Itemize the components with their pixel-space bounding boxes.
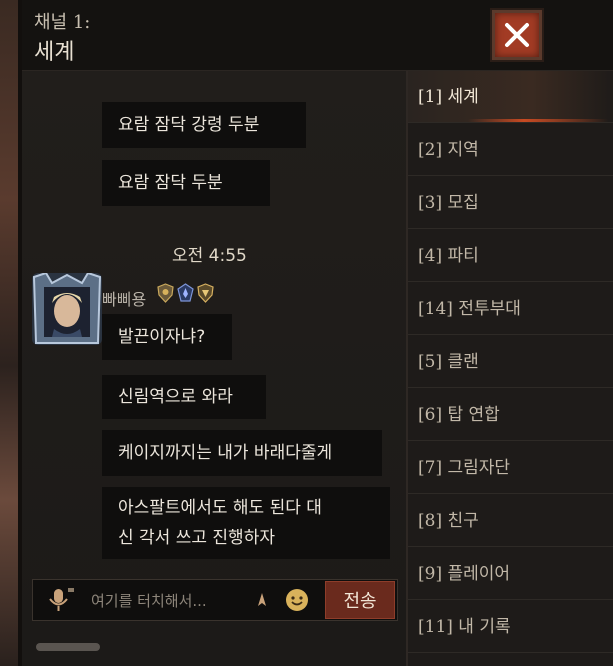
gold-emblem-icon bbox=[197, 283, 214, 303]
chat-message: 발끈이자냐? bbox=[102, 314, 232, 360]
channel-tab-party[interactable]: [4] 파티 bbox=[408, 230, 613, 282]
channel-tab-recruit[interactable]: [3] 모집 bbox=[408, 177, 613, 229]
voice-mic-button[interactable] bbox=[41, 586, 77, 614]
close-button[interactable] bbox=[492, 10, 542, 60]
channel-tab-shadows[interactable]: [7] 그림자단 bbox=[408, 442, 613, 494]
arrow-up-icon[interactable] bbox=[255, 590, 269, 610]
username[interactable]: 빠삐용 bbox=[102, 286, 146, 310]
message-timestamp: 오전 4:55 bbox=[172, 246, 247, 266]
voice-mic-icon bbox=[49, 588, 74, 611]
channel-tab-world[interactable]: [1] 세계 bbox=[408, 71, 613, 123]
emoji-button[interactable] bbox=[285, 588, 309, 612]
chat-text-input[interactable] bbox=[89, 580, 263, 622]
emoji-icon bbox=[286, 589, 308, 611]
send-button[interactable]: 전송 bbox=[325, 581, 395, 619]
active-channel-glow bbox=[468, 119, 608, 122]
chat-message-line: 아스팔트에서도 해도 된다 대 bbox=[118, 498, 322, 518]
channel-tab-my-history[interactable]: [11] 내 기록 bbox=[408, 601, 613, 653]
chat-message: 신림역으로 와라 bbox=[102, 375, 266, 419]
chat-message: 요람 잠닥 강령 두분 bbox=[102, 102, 306, 148]
channel-tab-tower-alliance[interactable]: [6] 탑 연합 bbox=[408, 389, 613, 441]
channel-tab-warband[interactable]: [14] 전투부대 bbox=[408, 283, 613, 335]
chat-input-bar: 전송 bbox=[32, 579, 398, 622]
channel-tab-region[interactable]: [2] 지역 bbox=[408, 124, 613, 176]
shield-badge-icon bbox=[157, 283, 174, 303]
close-x-icon bbox=[505, 23, 529, 47]
chat-message: 요람 잠닥 두분 bbox=[102, 160, 270, 206]
scrollbar[interactable] bbox=[36, 643, 100, 651]
chat-message-multiline: 아스팔트에서도 해도 된다 대 신 각서 쓰고 진행하자 bbox=[102, 487, 390, 559]
channel-list: [1] 세계 [2] 지역 [3] 모집 [4] 파티 [14] 전투부대 [5… bbox=[406, 71, 613, 666]
blue-emblem-icon bbox=[177, 283, 194, 302]
channel-number-label: 채널 1: bbox=[34, 12, 91, 33]
channel-tab-clan[interactable]: [5] 클랜 bbox=[408, 336, 613, 388]
chat-panel: 요람 잠닥 강령 두분 요람 잠닥 두분 오전 4:55 빠삐용 발끈이자냐? … bbox=[22, 71, 406, 666]
chat-header: 채널 1: 세계 bbox=[22, 0, 613, 71]
background-scene bbox=[0, 0, 22, 666]
chat-message-line: 신 각서 쓰고 진행하자 bbox=[118, 528, 275, 548]
user-badges bbox=[157, 283, 214, 303]
channel-tab-friends[interactable]: [8] 친구 bbox=[408, 495, 613, 547]
channel-name-title: 세계 bbox=[34, 40, 75, 65]
user-avatar[interactable] bbox=[32, 273, 102, 345]
channel-tab-player[interactable]: [9] 플레이어 bbox=[408, 548, 613, 600]
chat-message: 케이지까지는 내가 바래다줄게 bbox=[102, 430, 382, 476]
